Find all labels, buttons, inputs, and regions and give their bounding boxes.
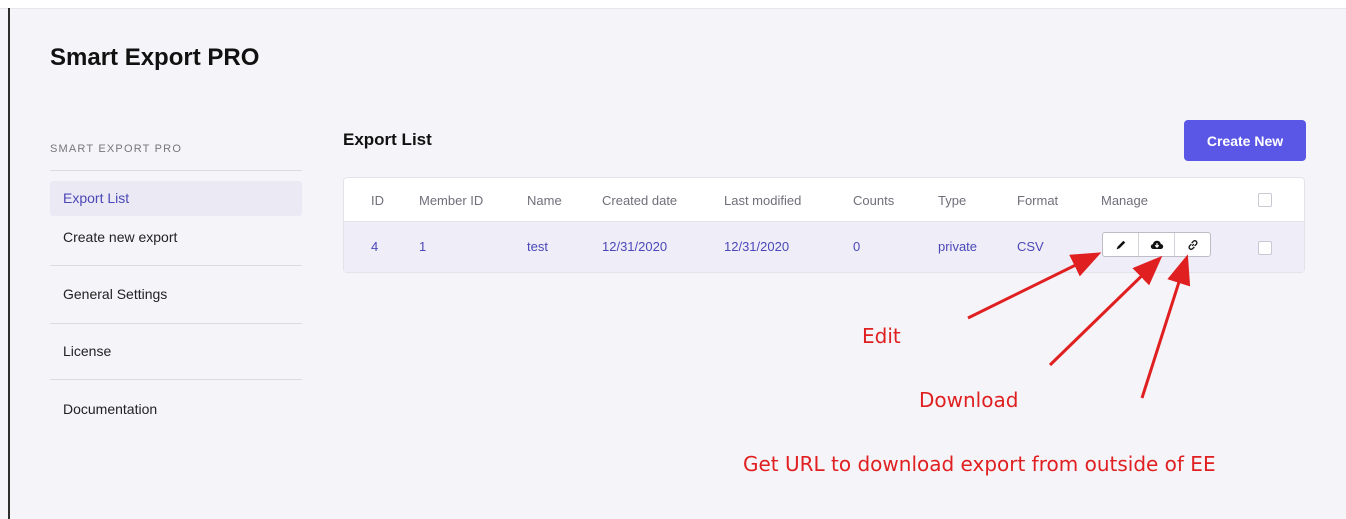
arrow-download bbox=[1048, 255, 1163, 367]
annotation-download: Download bbox=[919, 388, 1019, 412]
annotation-arrows bbox=[967, 252, 1191, 399]
annotation-edit: Edit bbox=[862, 324, 901, 348]
annotation-get-url: Get URL to download export from outside … bbox=[743, 452, 1216, 476]
arrow-edit bbox=[967, 252, 1102, 320]
arrow-get-url bbox=[1140, 254, 1191, 399]
